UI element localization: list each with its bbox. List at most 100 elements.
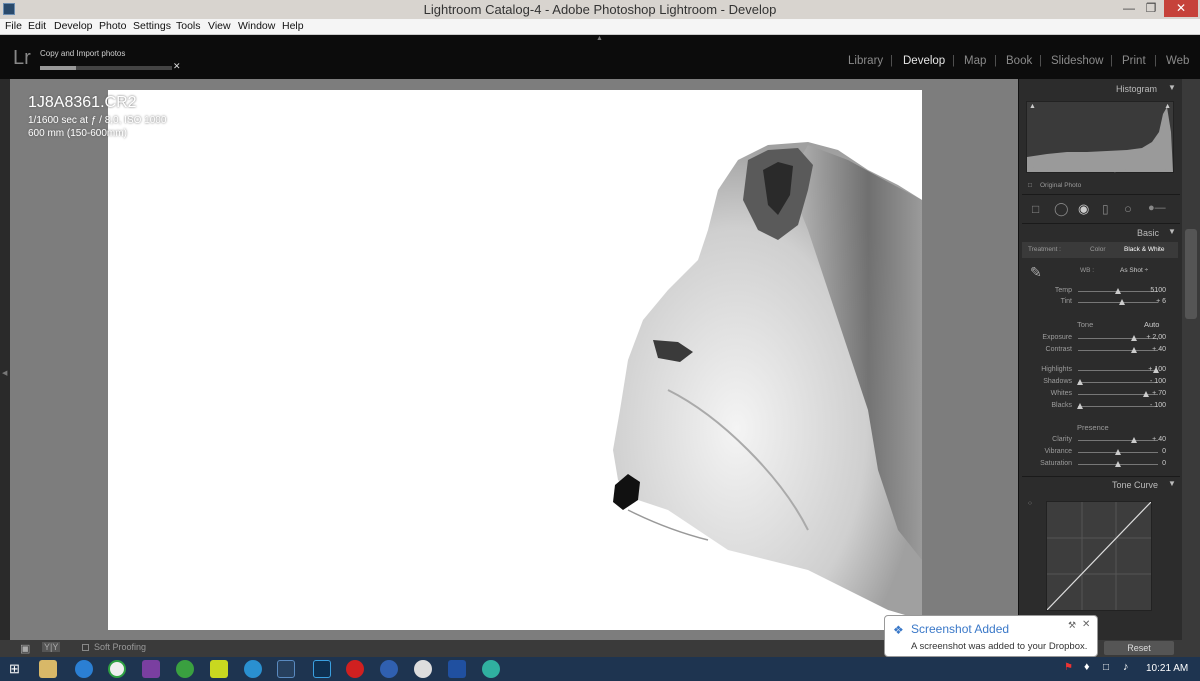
wb-selector-eyedropper-icon[interactable]: ✎ (1030, 264, 1042, 281)
tone-curve-collapse-icon[interactable]: ▼ (1168, 479, 1176, 488)
expand-left-panel-icon[interactable]: ◀ (2, 369, 7, 377)
collapse-top-panel-icon[interactable]: ▲ (596, 35, 603, 42)
slider-highlights[interactable]: Highlights + 100 (1020, 365, 1180, 376)
menu-view[interactable]: View (208, 20, 231, 32)
spot-removal-icon[interactable]: ◯ (1054, 201, 1069, 217)
module-library[interactable]: Library (848, 55, 883, 67)
photo-preview[interactable] (108, 90, 922, 630)
menu-settings[interactable]: Settings (133, 20, 171, 32)
module-map[interactable]: Map (964, 55, 986, 67)
photoshop-taskbar-icon[interactable] (313, 660, 331, 678)
slider-value[interactable]: + 40 (1136, 436, 1166, 443)
treatment-bw[interactable]: Black & White (1124, 246, 1164, 253)
reset-button[interactable]: Reset (1104, 641, 1174, 655)
module-book[interactable]: Book (1006, 55, 1032, 67)
target-adjustment-icon[interactable]: ○ (1028, 500, 1032, 507)
slider-thumb[interactable] (1119, 299, 1125, 305)
basic-collapse-icon[interactable]: ▼ (1168, 227, 1176, 236)
menu-help[interactable]: Help (282, 20, 304, 32)
network-app-icon[interactable] (244, 660, 262, 678)
slider-value[interactable]: 0 (1136, 460, 1166, 467)
adjustment-brush-icon[interactable]: ●— (1148, 202, 1166, 214)
original-photo-icon[interactable]: □ (1028, 182, 1032, 189)
module-develop[interactable]: Develop (903, 55, 945, 67)
menu-window[interactable]: Window (238, 20, 275, 32)
toast-settings-icon[interactable]: ⚒ (1068, 620, 1076, 631)
slider-thumb[interactable] (1115, 461, 1121, 467)
slider-thumb[interactable] (1076, 403, 1083, 409)
slider-value[interactable]: + 70 (1136, 390, 1166, 397)
clock-app-icon[interactable] (414, 660, 432, 678)
module-print[interactable]: Print (1122, 55, 1146, 67)
wb-select[interactable]: As Shot ÷ (1120, 267, 1148, 274)
treatment-color[interactable]: Color (1090, 246, 1106, 253)
graduated-filter-icon[interactable]: ▯ (1102, 202, 1109, 216)
shadow-clipping-icon[interactable]: ▲ (1029, 103, 1036, 110)
histogram-graph[interactable]: ▲ ▲ (1026, 101, 1174, 173)
slider-thumb[interactable] (1115, 449, 1121, 455)
start-button-icon[interactable]: ⊞ (9, 661, 20, 677)
slider-value[interactable]: + 2,00 (1136, 334, 1166, 341)
slider-value[interactable]: - 100 (1136, 378, 1166, 385)
highlight-clipping-icon[interactable]: ▲ (1164, 103, 1171, 110)
minimize-icon[interactable]: — (1118, 0, 1140, 17)
slider-clarity[interactable]: Clarity + 40 (1020, 435, 1180, 446)
tone-curve-graph[interactable] (1046, 501, 1152, 611)
slider-thumb[interactable] (1115, 288, 1121, 294)
slider-exposure[interactable]: Exposure + 2,00 (1020, 333, 1180, 344)
taskbar-clock[interactable]: 10:21 AM (1146, 663, 1188, 674)
red-app-icon[interactable] (346, 660, 364, 678)
histogram-title[interactable]: Histogram (1116, 84, 1157, 94)
chrome-icon[interactable] (108, 660, 126, 678)
lightroom-taskbar-icon[interactable] (277, 660, 295, 678)
radial-filter-icon[interactable]: ○ (1124, 201, 1132, 216)
slider-value[interactable]: 0 (1136, 448, 1166, 455)
slider-tint[interactable]: Tint + 6 (1020, 297, 1180, 308)
slider-value[interactable]: 5100 (1136, 287, 1166, 294)
slider-blacks[interactable]: Blacks - 100 (1020, 401, 1180, 412)
slider-vibrance[interactable]: Vibrance 0 (1020, 447, 1180, 458)
dropbox-tray-icon[interactable]: ♦ (1084, 661, 1090, 673)
tone-curve-title[interactable]: Tone Curve (1112, 480, 1158, 490)
module-slideshow[interactable]: Slideshow (1051, 55, 1103, 67)
dropbox-notification[interactable]: ❖ Screenshot Added A screenshot was adde… (884, 615, 1098, 657)
restore-icon[interactable]: ❐ (1140, 0, 1162, 17)
right-panel-scrollbar[interactable] (1182, 79, 1200, 640)
teal-app-icon[interactable] (482, 660, 500, 678)
scrollbar-thumb[interactable] (1185, 229, 1197, 319)
internet-explorer-icon[interactable] (75, 660, 93, 678)
volume-tray-icon[interactable]: ♪ (1123, 661, 1129, 673)
slider-value[interactable]: + 100 (1136, 366, 1166, 373)
close-icon[interactable]: ✕ (1164, 0, 1198, 17)
sticky-notes-icon[interactable] (210, 660, 228, 678)
tone-auto-button[interactable]: Auto (1144, 320, 1159, 329)
slider-contrast[interactable]: Contrast + 40 (1020, 345, 1180, 356)
slider-value[interactable]: - 100 (1136, 402, 1166, 409)
toast-close-icon[interactable]: ✕ (1082, 619, 1090, 630)
file-explorer-icon[interactable] (39, 660, 57, 678)
module-web[interactable]: Web (1166, 55, 1189, 67)
histogram-collapse-icon[interactable]: ▼ (1168, 83, 1176, 92)
action-center-flag-icon[interactable]: ⚑ (1064, 662, 1073, 673)
loupe-view-icon[interactable]: ▣ (20, 642, 30, 655)
slider-shadows[interactable]: Shadows - 100 (1020, 377, 1180, 388)
slider-value[interactable]: + 40 (1136, 346, 1166, 353)
basic-panel-title[interactable]: Basic (1137, 228, 1159, 238)
menu-edit[interactable]: Edit (28, 20, 46, 32)
slider-value[interactable]: + 6 (1136, 298, 1166, 305)
app-green-icon[interactable] (176, 660, 194, 678)
red-eye-icon[interactable]: ◉ (1078, 201, 1089, 217)
crop-tool-icon[interactable]: □ (1032, 202, 1039, 216)
menu-tools[interactable]: Tools (176, 20, 201, 32)
network-tray-icon[interactable]: □ (1103, 662, 1109, 673)
document-app-icon[interactable] (448, 660, 466, 678)
slider-saturation[interactable]: Saturation 0 (1020, 459, 1180, 470)
blue-app-icon[interactable] (380, 660, 398, 678)
left-panel-collapsed[interactable]: ◀ (0, 79, 10, 640)
menu-file[interactable]: File (5, 20, 22, 32)
menu-photo[interactable]: Photo (99, 20, 126, 32)
visual-studio-icon[interactable] (142, 660, 160, 678)
menu-develop[interactable]: Develop (54, 20, 93, 32)
slider-thumb[interactable] (1076, 379, 1083, 385)
slider-temp[interactable]: Temp 5100 (1020, 286, 1180, 297)
